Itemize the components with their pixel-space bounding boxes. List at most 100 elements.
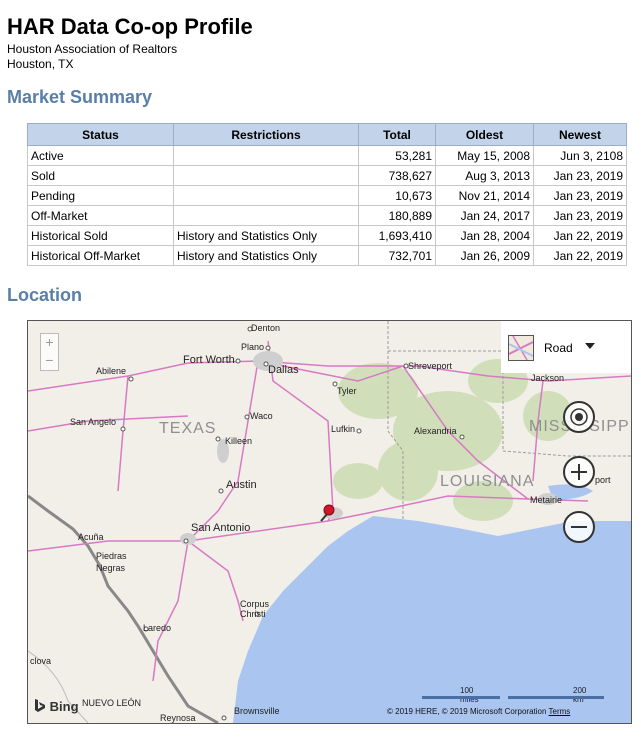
organization-name: Houston Association of Realtors (7, 42, 178, 56)
oldest-cell: Nov 21, 2014 (435, 185, 534, 206)
market-summary-heading: Market Summary (7, 87, 153, 107)
oldest-cell: May 15, 2008 (435, 145, 534, 166)
market-summary-table: Status Restrictions Total Oldest Newest … (27, 123, 627, 266)
organization-city: Houston, TX (7, 57, 74, 71)
status-cell: Off-Market (27, 205, 174, 226)
status-cell: Historical Sold (27, 225, 174, 246)
bing-label: Bing (49, 699, 79, 714)
city-label: Metairie (530, 495, 563, 505)
chevron-down-icon (585, 343, 595, 349)
mini-zoom-out-button[interactable]: − (41, 352, 58, 370)
terms-link[interactable]: Terms (549, 707, 571, 716)
status-cell: Sold (27, 165, 174, 186)
scale-miles-label: 100 miles (460, 686, 479, 704)
oldest-cell: Jan 28, 2004 (435, 225, 534, 246)
column-header-newest: Newest (533, 123, 627, 146)
city-label: Acuña (78, 532, 104, 542)
table-header-row: Status Restrictions Total Oldest Newest (27, 123, 627, 146)
newest-cell: Jan 23, 2019 (533, 165, 627, 186)
city-label: Denton (251, 323, 281, 333)
locate-me-button[interactable] (563, 401, 595, 433)
restrictions-cell: History and Statistics Only (173, 225, 359, 246)
minus-icon (571, 526, 587, 528)
city-label: Alexandria (414, 426, 457, 436)
rio-grande (28, 494, 219, 723)
city-label: port (595, 475, 611, 485)
state-label: LOUISIANA (440, 473, 535, 490)
newest-cell: Jan 23, 2019 (533, 205, 627, 226)
mini-zoom-in-button[interactable]: + (41, 334, 58, 352)
restrictions-cell (173, 185, 359, 206)
state-label: TEXAS (159, 420, 217, 437)
city-label: Waco (250, 411, 273, 421)
city-label: San Antonio (191, 522, 251, 534)
restrictions-cell (173, 205, 359, 226)
oldest-cell: Jan 24, 2017 (435, 205, 534, 226)
road-map-icon (508, 335, 534, 361)
locate-icon (570, 408, 588, 426)
city-label: clova (30, 656, 52, 666)
status-cell: Historical Off-Market (27, 245, 174, 266)
column-header-restrictions: Restrictions (173, 123, 359, 146)
gulf-of-mexico (233, 516, 631, 723)
table-row: Historical Off-Market History and Statis… (27, 245, 627, 266)
region-label: NUEVO LEÓN (82, 698, 142, 708)
total-cell: 10,673 (358, 185, 436, 206)
map-copyright: © 2019 HERE, © 2019 Microsoft Corporatio… (387, 707, 570, 716)
total-cell: 1,693,410 (358, 225, 436, 246)
city-label: Austin (226, 479, 257, 491)
zoom-in-button[interactable] (563, 456, 595, 488)
city-label: Piedras Negras (96, 551, 127, 573)
table-row: Sold 738,627 Aug 3, 2013 Jan 23, 2019 (27, 165, 627, 186)
restrictions-cell: History and Statistics Only (173, 245, 359, 266)
total-cell: 738,627 (358, 165, 436, 186)
city-label: Killeen (225, 436, 253, 446)
bing-icon (35, 699, 45, 712)
column-header-status: Status (27, 123, 174, 146)
city-label: San Angelo (70, 417, 117, 427)
city-label: Plano (241, 342, 265, 352)
status-cell: Active (27, 145, 174, 166)
column-header-oldest: Oldest (435, 123, 534, 146)
city-label: Lufkin (331, 424, 356, 434)
map-type-selector[interactable]: Road (501, 321, 631, 373)
restrictions-cell (173, 165, 359, 186)
city-label: Corpus Christi (240, 599, 270, 619)
mini-zoom-control: + − (40, 333, 59, 371)
column-header-total: Total (358, 123, 436, 146)
copyright-text: © 2019 HERE, © 2019 Microsoft Corporatio… (387, 707, 547, 716)
city-label: Laredo (143, 623, 172, 633)
plus-icon (571, 464, 587, 480)
bing-logo: Bing (34, 699, 79, 714)
newest-cell: Jan 23, 2019 (533, 185, 627, 206)
scale-km-label: 200 km (573, 686, 587, 704)
scale-bar-lines (422, 696, 604, 699)
city-label: Fort Worth (183, 354, 235, 366)
total-cell: 180,889 (358, 205, 436, 226)
total-cell: 53,281 (358, 145, 436, 166)
map-type-label: Road (544, 341, 573, 355)
newest-cell: Jan 22, 2019 (533, 245, 627, 266)
restrictions-cell (173, 145, 359, 166)
table-row: Off-Market 180,889 Jan 24, 2017 Jan 23, … (27, 205, 627, 226)
zoom-out-button[interactable] (563, 511, 595, 543)
city-label: Tyler (337, 386, 357, 396)
location-heading: Location (7, 285, 82, 305)
table-row: Pending 10,673 Nov 21, 2014 Jan 23, 2019 (27, 185, 627, 206)
status-cell: Pending (27, 185, 174, 206)
newest-cell: Jun 3, 2108 (533, 145, 627, 166)
total-cell: 732,701 (358, 245, 436, 266)
table-row: Active 53,281 May 15, 2008 Jun 3, 2108 (27, 145, 627, 166)
oldest-cell: Aug 3, 2013 (435, 165, 534, 186)
city-label: Reynosa (160, 713, 196, 723)
city-label: Shreveport (408, 361, 453, 371)
city-label: Jackson (531, 373, 565, 383)
city-label: Dallas (268, 364, 299, 376)
table-row: Historical Sold History and Statistics O… (27, 225, 627, 246)
oldest-cell: Jan 26, 2009 (435, 245, 534, 266)
city-label: Abilene (96, 366, 127, 376)
city-label: Brownsville (234, 706, 280, 716)
location-map[interactable]: Denton Plano Fort Worth Dallas Shrevepor… (27, 320, 632, 724)
newest-cell: Jan 22, 2019 (533, 225, 627, 246)
page-title: HAR Data Co-op Profile (7, 14, 253, 39)
